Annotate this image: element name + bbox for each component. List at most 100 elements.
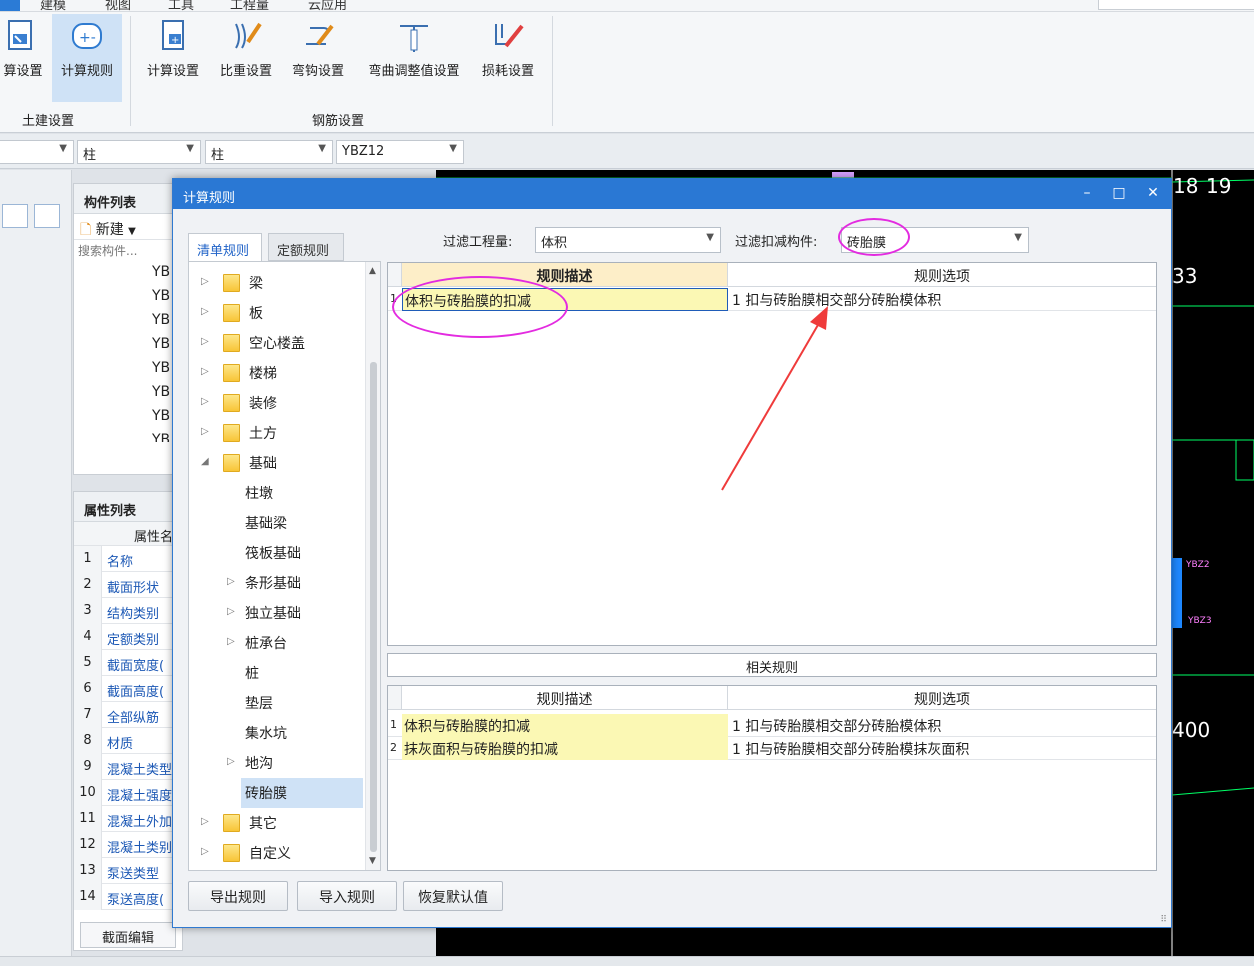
- collapsed-arrow-icon[interactable]: ▷: [201, 816, 209, 827]
- ribbon-calc-rules-button[interactable]: +- 计算规则: [52, 14, 122, 102]
- table-row[interactable]: 8 材质: [74, 728, 182, 754]
- tree-item[interactable]: ▷ 地沟: [227, 748, 357, 778]
- menu-item-modeling[interactable]: 建模: [40, 0, 66, 11]
- rule-desc-cell[interactable]: 体积与砖胎膜的扣减: [402, 714, 728, 737]
- list-item[interactable]: YB: [74, 380, 182, 404]
- ribbon-calc-settings-civil-button[interactable]: 算设置: [0, 14, 46, 102]
- table-row[interactable]: 10 混凝土强度: [74, 780, 182, 806]
- tree-item[interactable]: ▷ 板: [201, 298, 361, 328]
- tree-item[interactable]: 垫层: [227, 688, 357, 718]
- tree-scrollbar-thumb[interactable]: [370, 362, 377, 852]
- import-rules-button[interactable]: 导入规则: [297, 881, 397, 911]
- rule-desc-cell[interactable]: 抹灰面积与砖胎膜的扣减: [402, 737, 728, 760]
- restore-defaults-button[interactable]: 恢复默认值: [403, 881, 503, 911]
- table-row[interactable]: 1 体积与砖胎膜的扣减 1 扣与砖胎膜相交部分砖胎模体积: [388, 714, 1156, 737]
- ribbon-density-settings-button[interactable]: 比重设置: [213, 14, 279, 102]
- menu-item-active[interactable]: [0, 0, 20, 11]
- list-item[interactable]: YB: [74, 428, 182, 442]
- export-rules-button[interactable]: 导出规则: [188, 881, 288, 911]
- section-edit-button[interactable]: 截面编辑: [80, 922, 176, 948]
- table-row[interactable]: 13 泵送类型: [74, 858, 182, 884]
- table-row[interactable]: 11 混凝土外加: [74, 806, 182, 832]
- tree-item[interactable]: 基础梁: [227, 508, 357, 538]
- list-view-icon[interactable]: [2, 204, 28, 228]
- tree-item[interactable]: 桩: [227, 658, 357, 688]
- tree-item[interactable]: ▷ 独立基础: [227, 598, 357, 628]
- tree-item[interactable]: ▷ 装修: [201, 388, 361, 418]
- tree-item[interactable]: 柱墩: [227, 478, 357, 508]
- table-row[interactable]: 2 抹灰面积与砖胎膜的扣减 1 扣与砖胎膜相交部分砖胎模抹灰面积: [388, 737, 1156, 760]
- detail-view-icon[interactable]: [34, 204, 60, 228]
- collapsed-arrow-icon[interactable]: ▷: [227, 576, 235, 587]
- tree-scrollbar[interactable]: ▲ ▼: [365, 262, 380, 870]
- rule-desc-cell[interactable]: 体积与砖胎膜的扣减: [402, 288, 728, 311]
- collapsed-arrow-icon[interactable]: ▷: [201, 276, 209, 287]
- list-item[interactable]: YB: [74, 332, 182, 356]
- tree-item[interactable]: 筏板基础: [227, 538, 357, 568]
- table-row[interactable]: 3 结构类别: [74, 598, 182, 624]
- rule-option-cell[interactable]: 1 扣与砖胎膜相交部分砖胎模抹灰面积: [730, 737, 1156, 760]
- collapsed-arrow-icon[interactable]: ▷: [227, 756, 235, 767]
- tree-item[interactable]: ▷ 条形基础: [227, 568, 357, 598]
- new-component-button[interactable]: 🗋 新建 ▼: [74, 214, 182, 240]
- table-row[interactable]: 9 混凝土类型: [74, 754, 182, 780]
- scroll-down-icon[interactable]: ▼: [369, 856, 376, 866]
- tree-item[interactable]: ▷ 空心楼盖: [201, 328, 361, 358]
- tree-item[interactable]: 砖胎膜: [241, 778, 363, 808]
- menu-item-cloud[interactable]: 云应用: [308, 0, 347, 11]
- close-icon[interactable]: ✕: [1143, 185, 1163, 201]
- tree-item[interactable]: ▷ 桩承台: [227, 628, 357, 658]
- list-item[interactable]: YB: [74, 260, 182, 284]
- list-item[interactable]: YB: [74, 356, 182, 380]
- component-search-input[interactable]: 搜索构件...: [74, 240, 182, 260]
- tree-item[interactable]: ▷ 自定义: [201, 838, 361, 868]
- tree-item[interactable]: ◢ 基础: [201, 448, 361, 478]
- menu-item-view[interactable]: 视图: [105, 0, 131, 11]
- minimize-icon[interactable]: –: [1077, 185, 1097, 201]
- collapsed-arrow-icon[interactable]: ▷: [201, 336, 209, 347]
- table-row[interactable]: 1 名称: [74, 546, 182, 572]
- ribbon-loss-settings-button[interactable]: 损耗设置: [474, 14, 542, 102]
- ribbon-hook-settings-button[interactable]: 弯钩设置: [285, 14, 351, 102]
- collapsed-arrow-icon[interactable]: ▷: [227, 606, 235, 617]
- collapsed-arrow-icon[interactable]: ▷: [201, 846, 209, 857]
- tab-bill-rules[interactable]: 清单规则: [188, 233, 262, 262]
- collapsed-arrow-icon[interactable]: ▷: [201, 306, 209, 317]
- scroll-up-icon[interactable]: ▲: [369, 266, 376, 276]
- maximize-icon[interactable]: □: [1109, 185, 1129, 201]
- filter-deduct-component-select[interactable]: 砖胎膜 ▼: [841, 227, 1029, 253]
- table-row[interactable]: 6 截面高度(: [74, 676, 182, 702]
- collapsed-arrow-icon[interactable]: ▷: [227, 636, 235, 647]
- list-item[interactable]: YB: [74, 308, 182, 332]
- collapsed-arrow-icon[interactable]: ▷: [201, 396, 209, 407]
- category-select[interactable]: 柱 ▼: [77, 140, 201, 164]
- table-row[interactable]: 2 截面形状: [74, 572, 182, 598]
- expanded-arrow-icon[interactable]: ◢: [201, 456, 209, 467]
- table-row[interactable]: 12 混凝土类别: [74, 832, 182, 858]
- type-select[interactable]: 柱 ▼: [205, 140, 333, 164]
- list-item[interactable]: YB: [74, 284, 182, 308]
- menu-item-quantity[interactable]: 工程量: [230, 0, 269, 11]
- table-row[interactable]: 4 定额类别: [74, 624, 182, 650]
- ribbon-calc-settings-rebar-button[interactable]: + 计算设置: [140, 14, 206, 102]
- rule-option-cell[interactable]: 1 扣与砖胎膜相交部分砖胎模体积: [730, 714, 1156, 737]
- collapsed-arrow-icon[interactable]: ▷: [201, 426, 209, 437]
- table-row[interactable]: 14 泵送高度(: [74, 884, 182, 910]
- tree-item[interactable]: ▷ 其它: [201, 808, 361, 838]
- tree-item[interactable]: ▷ 土方: [201, 418, 361, 448]
- tab-quota-rules[interactable]: 定额规则: [268, 233, 344, 261]
- resize-grip-icon[interactable]: ⠿: [1160, 915, 1167, 925]
- list-item[interactable]: YB: [74, 404, 182, 428]
- filter-quantity-select[interactable]: 体积 ▼: [535, 227, 721, 253]
- global-search-input[interactable]: [1098, 0, 1254, 10]
- tree-item[interactable]: ▷ 梁: [201, 268, 361, 298]
- menu-item-tools[interactable]: 工具: [168, 0, 194, 11]
- collapsed-arrow-icon[interactable]: ▷: [201, 366, 209, 377]
- tree-item[interactable]: ▷ 楼梯: [201, 358, 361, 388]
- tree-item[interactable]: 集水坑: [227, 718, 357, 748]
- component-select[interactable]: YBZ12 ▼: [336, 140, 464, 164]
- ribbon-bend-adjust-settings-button[interactable]: 弯曲调整值设置: [358, 14, 470, 102]
- table-row[interactable]: 7 全部纵筋: [74, 702, 182, 728]
- floor-select[interactable]: ▼: [0, 140, 74, 164]
- table-row[interactable]: 5 截面宽度(: [74, 650, 182, 676]
